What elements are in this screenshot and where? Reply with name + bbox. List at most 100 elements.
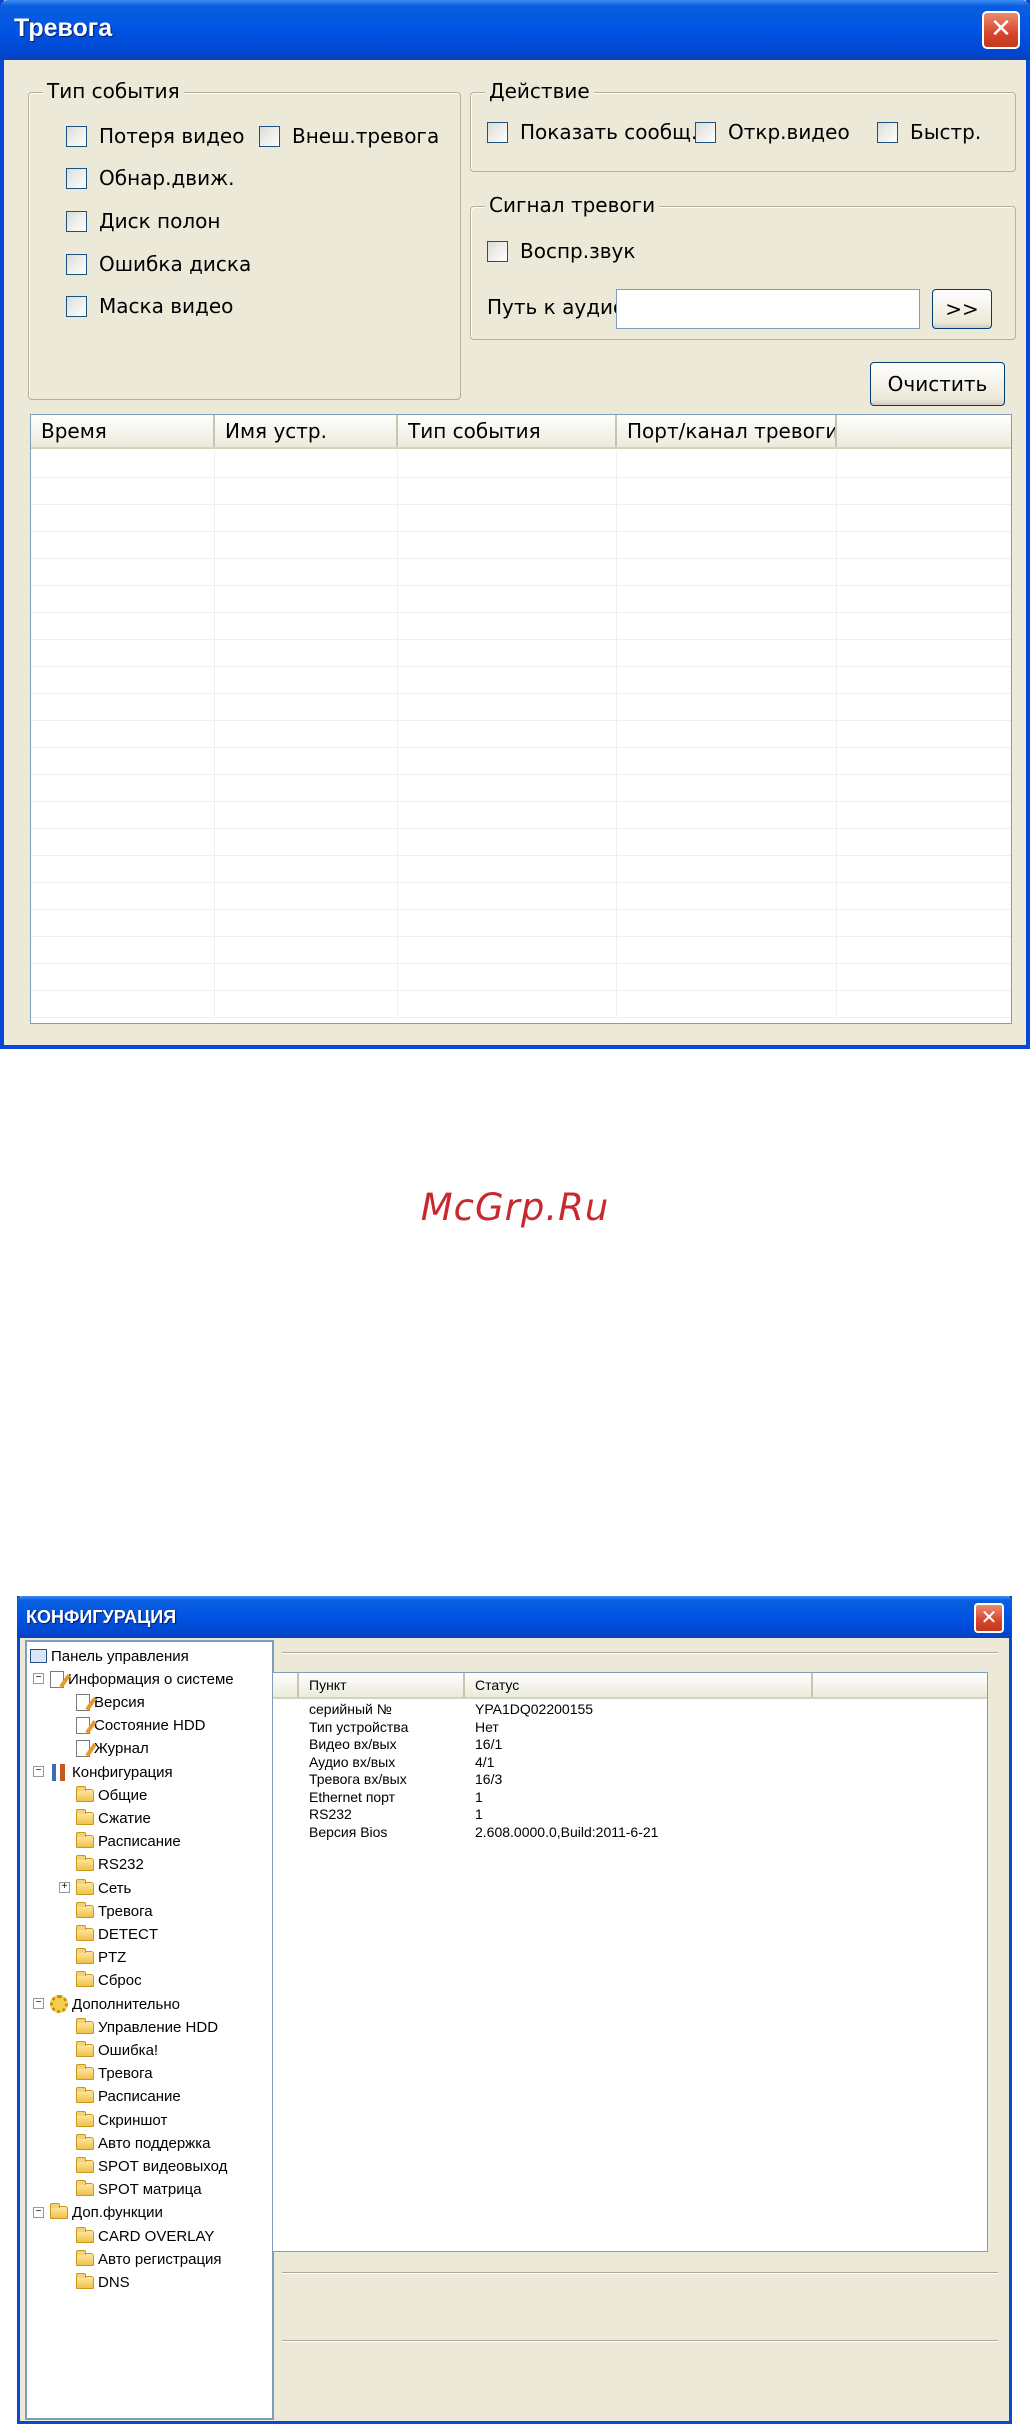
checkbox-quick[interactable]: Быстр. bbox=[877, 120, 981, 144]
tree-item[interactable]: Расписание bbox=[76, 2086, 181, 2108]
list-item[interactable] bbox=[31, 748, 1011, 775]
list-item[interactable] bbox=[31, 775, 1011, 802]
audio-path-input[interactable] bbox=[616, 289, 920, 329]
checkbox-box[interactable] bbox=[66, 125, 87, 147]
tree-item[interactable]: SPOT матрица bbox=[76, 2179, 202, 2201]
tree-item[interactable]: Общие bbox=[76, 1784, 147, 1806]
collapse-icon[interactable]: − bbox=[33, 1766, 44, 1777]
list-item[interactable] bbox=[31, 829, 1011, 856]
tree-item[interactable]: PTZ bbox=[76, 1947, 126, 1969]
checkbox-motion-detect[interactable]: Обнар.движ. bbox=[66, 166, 234, 190]
tree-item[interactable]: Сеть bbox=[76, 1877, 131, 1899]
checkbox-box[interactable] bbox=[487, 240, 508, 262]
tree-item[interactable]: Состояние HDD bbox=[76, 1715, 206, 1737]
list-item[interactable] bbox=[31, 451, 1011, 478]
checkbox-box[interactable] bbox=[66, 210, 87, 232]
checkbox-box[interactable] bbox=[259, 125, 280, 147]
tree-group[interactable]: Доп.функции bbox=[50, 2202, 163, 2224]
tree-item[interactable]: Версия bbox=[76, 1691, 145, 1713]
table-row[interactable]: Ethernet порт 1 bbox=[273, 1789, 987, 1807]
tree-item[interactable]: SPOT видеовыход bbox=[76, 2155, 227, 2177]
tree-item[interactable]: Ошибка! bbox=[76, 2039, 158, 2061]
list-item[interactable] bbox=[31, 478, 1011, 505]
column-header-extra[interactable] bbox=[837, 415, 1011, 447]
tree-group[interactable]: Конфигурация bbox=[50, 1761, 173, 1783]
tree-root[interactable]: Панель управления bbox=[30, 1645, 189, 1667]
table-row[interactable]: Аудио вх/вых 4/1 bbox=[273, 1754, 987, 1772]
tree-group[interactable]: Информация о системе bbox=[50, 1668, 234, 1690]
list-item[interactable] bbox=[31, 667, 1011, 694]
tree-item[interactable]: DNS bbox=[76, 2271, 130, 2293]
tree-item[interactable]: CARD OVERLAY bbox=[76, 2225, 214, 2247]
checkbox-disk-error[interactable]: Ошибка диска bbox=[66, 252, 251, 276]
table-row[interactable]: Видео вх/вых 16/1 bbox=[273, 1736, 987, 1754]
checkbox-show-message[interactable]: Показать сообщ. bbox=[487, 120, 697, 144]
list-item[interactable] bbox=[31, 883, 1011, 910]
info-table[interactable]: Пункт Статус серийный № YPA1DQ02200155 Тип… bbox=[272, 1672, 988, 2252]
table-row[interactable]: Тревога вх/вых 16/3 bbox=[273, 1771, 987, 1789]
column-header-event-type[interactable]: Тип события bbox=[398, 415, 617, 447]
alarm-titlebar[interactable]: Тревога ✕ bbox=[0, 0, 1030, 60]
checkbox-box[interactable] bbox=[695, 121, 716, 143]
tree-item[interactable]: Расписание bbox=[76, 1831, 181, 1853]
list-item[interactable] bbox=[31, 640, 1011, 667]
list-item[interactable] bbox=[31, 694, 1011, 721]
checkbox-box[interactable] bbox=[487, 121, 508, 143]
browse-button[interactable]: >> bbox=[932, 289, 992, 329]
list-item[interactable] bbox=[31, 721, 1011, 748]
collapse-icon[interactable]: − bbox=[33, 1998, 44, 2009]
checkbox-box[interactable] bbox=[66, 167, 87, 189]
config-titlebar[interactable]: КОНФИГУРАЦИЯ ✕ bbox=[17, 1596, 1012, 1638]
list-item[interactable] bbox=[31, 964, 1011, 991]
checkbox-box[interactable] bbox=[66, 295, 87, 317]
column-header-device[interactable]: Имя устр. bbox=[215, 415, 398, 447]
checkbox-disk-full[interactable]: Диск полон bbox=[66, 209, 220, 233]
alarm-events-list[interactable]: Время Имя устр. Тип события Порт/канал т… bbox=[30, 414, 1012, 1024]
list-item[interactable] bbox=[31, 613, 1011, 640]
tree-item[interactable]: Сжатие bbox=[76, 1807, 151, 1829]
tree-group[interactable]: Дополнительно bbox=[50, 1993, 180, 2015]
tree-item[interactable]: Тревога bbox=[76, 1900, 153, 1922]
tree-item[interactable]: Управление HDD bbox=[76, 2016, 218, 2038]
checkbox-video-mask[interactable]: Маска видео bbox=[66, 294, 233, 318]
checkbox-external-alarm[interactable]: Внеш.тревога bbox=[259, 124, 439, 148]
tree-item[interactable]: RS232 bbox=[76, 1854, 144, 1876]
tree-item[interactable]: Тревога bbox=[76, 2063, 153, 2085]
list-item[interactable] bbox=[31, 910, 1011, 937]
list-item[interactable] bbox=[31, 586, 1011, 613]
tree-item[interactable]: Скриншот bbox=[76, 2109, 167, 2131]
checkbox-play-sound[interactable]: Воспр.звук bbox=[487, 239, 635, 263]
close-icon[interactable]: ✕ bbox=[974, 1603, 1004, 1633]
list-item[interactable] bbox=[31, 856, 1011, 883]
column-header-item[interactable]: Пункт bbox=[299, 1673, 465, 1697]
close-icon[interactable]: ✕ bbox=[982, 11, 1020, 49]
expand-icon[interactable]: + bbox=[59, 1882, 70, 1893]
list-item[interactable] bbox=[31, 532, 1011, 559]
table-row[interactable]: RS232 1 bbox=[273, 1806, 987, 1824]
tree-item[interactable]: Журнал bbox=[76, 1738, 149, 1760]
list-item[interactable] bbox=[31, 505, 1011, 532]
table-row[interactable]: Тип устройства Нет bbox=[273, 1719, 987, 1737]
table-row[interactable]: Версия Bios 2.608.0000.0,Build:2011-6-21 bbox=[273, 1824, 987, 1842]
navigation-tree[interactable]: Панель управления − Информация о системе В… bbox=[25, 1640, 274, 2420]
collapse-icon[interactable]: − bbox=[33, 1673, 44, 1685]
column-header-time[interactable]: Время bbox=[31, 415, 215, 447]
checkbox-box[interactable] bbox=[66, 253, 87, 275]
list-item[interactable] bbox=[31, 802, 1011, 829]
checkbox-box[interactable] bbox=[877, 121, 898, 143]
checkbox-video-loss[interactable]: Потеря видео bbox=[66, 124, 244, 148]
tree-item[interactable]: Авто регистрация bbox=[76, 2248, 222, 2270]
column-header-port[interactable]: Порт/канал тревоги bbox=[617, 415, 837, 447]
clear-button[interactable]: Очистить bbox=[870, 362, 1005, 406]
list-item[interactable] bbox=[31, 991, 1011, 1018]
tree-item[interactable]: DETECT bbox=[76, 1923, 158, 1945]
list-item[interactable] bbox=[31, 559, 1011, 586]
tree-item[interactable]: Авто поддержка bbox=[76, 2132, 210, 2154]
column-header-status[interactable]: Статус bbox=[465, 1673, 813, 1697]
table-row[interactable]: серийный № YPA1DQ02200155 bbox=[273, 1701, 987, 1719]
checkbox-open-video[interactable]: Откр.видео bbox=[695, 120, 850, 144]
list-cell bbox=[837, 829, 1011, 855]
list-item[interactable] bbox=[31, 937, 1011, 964]
tree-item[interactable]: Сброс bbox=[76, 1970, 142, 1992]
collapse-icon[interactable]: − bbox=[33, 2206, 44, 2218]
